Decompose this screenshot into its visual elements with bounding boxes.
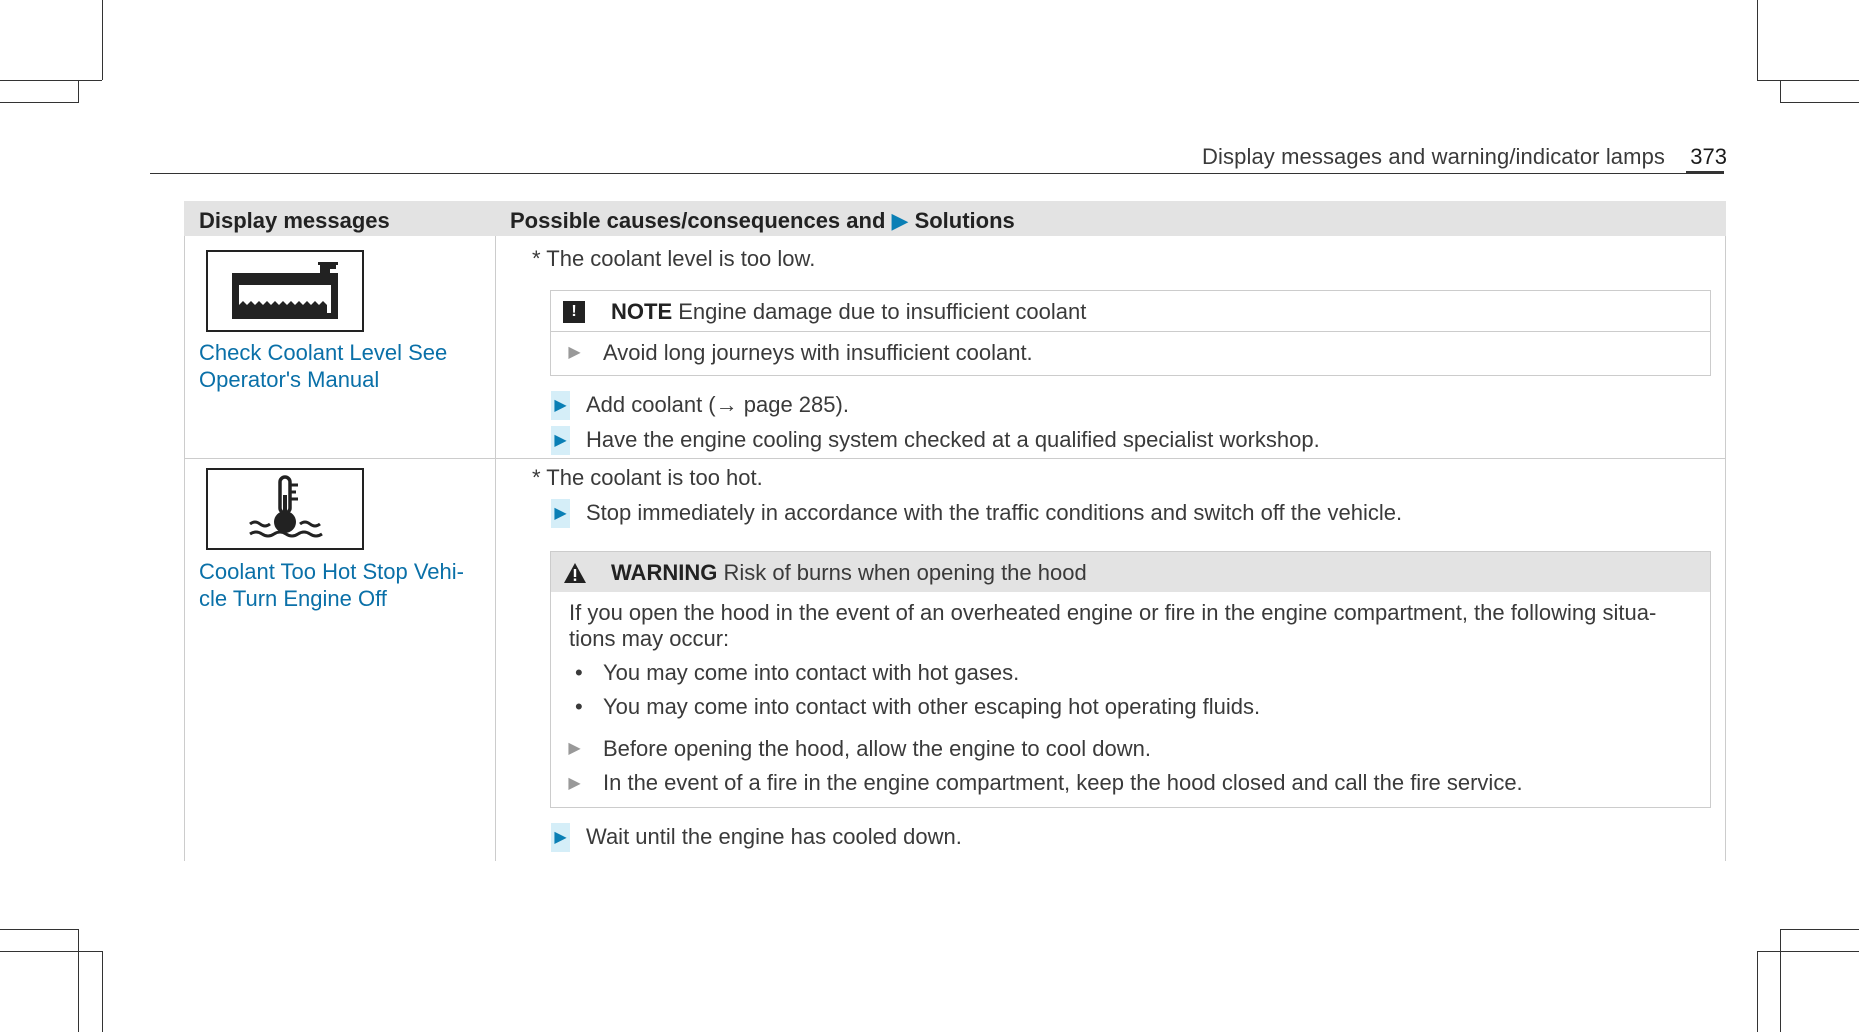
crop-mark (1780, 951, 1781, 1032)
step-arrow-icon: ▶ (568, 774, 581, 792)
warning-step: In the event of a fire in the engine com… (603, 770, 1523, 795)
crop-mark (0, 80, 102, 81)
crop-mark (1780, 102, 1859, 103)
crop-mark (1757, 0, 1758, 80)
crop-mark (0, 951, 102, 952)
message-line: Check Coolant Level See (199, 340, 448, 365)
cause-text: * The coolant is too hot. (532, 465, 763, 490)
table-row-divider (184, 458, 1726, 459)
step-text: Wait until the engine has cooled down. (586, 824, 962, 849)
crop-mark (1780, 929, 1781, 951)
warning-step: Before opening the hood, allow the engin… (603, 736, 1151, 761)
crop-mark (1780, 929, 1859, 930)
message-line: cle Turn Engine Off (199, 586, 387, 611)
warning-body-line: tions may occur: (569, 626, 730, 651)
column-header-causes: Possible causes/consequences and ▶ Solut… (510, 208, 1015, 234)
crop-mark (0, 102, 79, 103)
crop-mark (102, 0, 103, 80)
solutions-arrow-icon: ▶ (891, 208, 909, 233)
step-arrow-icon: ▶ (551, 426, 570, 455)
warning-triangle-icon (563, 562, 587, 584)
step-arrow-icon: ▶ (551, 391, 570, 420)
warning-bullet: You may come into contact with other esc… (603, 694, 1261, 719)
crop-mark (0, 929, 79, 930)
step-text: Add coolant (→ page 285). (586, 392, 849, 417)
crop-mark (78, 929, 79, 951)
message-line: Operator's Manual (199, 367, 380, 392)
notice-icon: ! (563, 301, 585, 323)
warning-box: WARNING Risk of burns when opening the h… (550, 551, 1711, 808)
step-arrow-icon: ▶ (568, 739, 581, 757)
display-messages-table: Display messages Possible causes/consequ… (184, 201, 1726, 861)
header-rule (150, 173, 1724, 174)
crop-mark (1757, 80, 1859, 81)
message-line: Coolant Too Hot Stop Vehi- (199, 559, 464, 584)
crop-mark (78, 951, 79, 1032)
column-header-display-messages: Display messages (199, 208, 390, 233)
crop-mark (78, 80, 79, 103)
bullet-icon: • (575, 660, 583, 685)
page-number: 373 (1690, 144, 1727, 169)
note-step-text: Avoid long journeys with insufficient co… (603, 340, 1033, 365)
note-divider (551, 331, 1710, 332)
warning-bullet: You may come into contact with hot gases… (603, 660, 1020, 685)
warning-body-line: If you open the hood in the event of an … (569, 600, 1657, 625)
crop-mark (1757, 951, 1758, 1032)
cause-text: * The coolant level is too low. (532, 246, 816, 271)
table-border-right (1725, 236, 1726, 861)
step-arrow-icon: ▶ (568, 343, 581, 361)
bullet-icon: • (575, 694, 583, 719)
crop-mark (102, 951, 103, 1032)
warning-heading: WARNING Risk of burns when opening the h… (611, 560, 1087, 586)
section-title: Display messages and warning/indicator l… (1202, 144, 1665, 169)
step-arrow-icon: ▶ (551, 823, 570, 852)
step-text: Stop immediately in accordance with the … (586, 500, 1403, 525)
note-title: Engine damage due to insufficient coolan… (678, 299, 1087, 324)
note-box: ! NOTE Engine damage due to insufficient… (550, 290, 1711, 376)
table-header: Display messages Possible causes/consequ… (184, 201, 1726, 236)
warning-title: Risk of burns when opening the hood (723, 560, 1087, 585)
warning-label: WARNING (611, 560, 718, 585)
message-name-coolant-too-hot: Coolant Too Hot Stop Vehi- cle Turn Engi… (199, 558, 464, 612)
coolant-level-icon (206, 250, 364, 332)
crop-mark (1780, 80, 1781, 103)
table-column-divider (495, 236, 496, 861)
step-text: Have the engine cooling system checked a… (586, 427, 1320, 452)
crop-mark (1757, 951, 1859, 952)
table-border-left (184, 236, 185, 861)
column-header-causes-text: Possible causes/consequences and (510, 208, 886, 233)
column-header-solutions-text: Solutions (914, 208, 1015, 233)
message-name-check-coolant: Check Coolant Level See Operator's Manua… (199, 339, 447, 393)
note-label: NOTE (611, 299, 673, 324)
page-number-rule (1686, 171, 1724, 174)
step-arrow-icon: ▶ (551, 499, 570, 528)
note-heading: NOTE Engine damage due to insufficient c… (611, 299, 1086, 325)
coolant-temperature-icon (206, 468, 364, 550)
